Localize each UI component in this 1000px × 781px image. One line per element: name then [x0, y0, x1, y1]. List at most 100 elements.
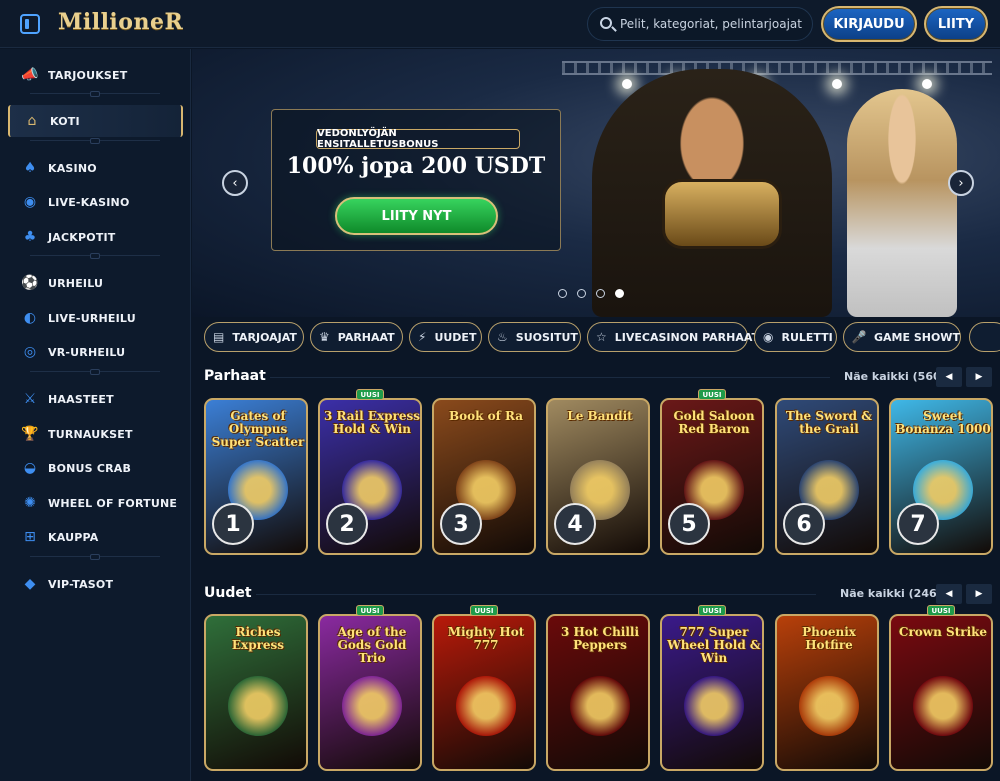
game-thumbnail[interactable]: Gold Saloon Red Baron 5: [660, 398, 764, 555]
see-all-top-link[interactable]: Näe kaikki (560): [844, 370, 946, 383]
sidebar-item-live-kasino[interactable]: ◉ LIVE-KASINO: [8, 186, 183, 218]
game-card[interactable]: UUSI 777 Super Wheel Hold & Win: [660, 605, 764, 772]
rank-badge: 2: [326, 503, 368, 545]
rank-badge: 4: [554, 503, 596, 545]
carousel-dot-active[interactable]: [615, 289, 624, 298]
sidebar-item-label: LIVE-URHEILU: [48, 311, 136, 325]
game-card[interactable]: UUSI Age of the Gods Gold Trio: [318, 605, 422, 772]
game-thumbnail[interactable]: Mighty Hot 777: [432, 614, 536, 771]
sidebar-item-jackpotit[interactable]: ♣ JACKPOTIT: [8, 221, 183, 253]
sidebar-item-turnaukset[interactable]: 🏆 TURNAUKSET: [8, 418, 183, 450]
join-now-button[interactable]: LIITY NYT: [335, 197, 498, 235]
sidebar-item-haasteet[interactable]: ⚔ HAASTEET: [8, 383, 183, 415]
game-card[interactable]: The Sword & the Grail 6: [775, 394, 879, 556]
sidebar-item-kauppa[interactable]: ⊞ KAUPPA: [8, 521, 183, 553]
game-thumbnail[interactable]: Age of the Gods Gold Trio: [318, 614, 422, 771]
search-box[interactable]: [587, 7, 813, 41]
sidebar-item-urheilu[interactable]: ⚽ URHEILU: [8, 267, 183, 299]
game-title: Gold Saloon Red Baron: [673, 409, 755, 437]
category-chip-suositut[interactable]: ♨ SUOSITUT: [488, 322, 581, 352]
category-chip-label: GAME SHOWT: [874, 330, 960, 344]
top-header: MillioneR KIRJAUDU LIITY: [0, 0, 1000, 48]
game-thumbnail[interactable]: Book of Ra 3: [432, 398, 536, 555]
game-card[interactable]: Le Bandit 4: [546, 394, 650, 556]
sidebar-item-bonus-crab[interactable]: ◒ BONUS CRAB: [8, 452, 183, 484]
crown-icon: ♛: [319, 330, 330, 344]
sidebar-item-live-urheilu[interactable]: ◐ LIVE-URHEILU: [8, 302, 183, 334]
game-thumbnail[interactable]: Crown Strike: [889, 614, 993, 771]
promo-banner[interactable]: VEDONLYÖJÄN ENSITALLETUSBONUS 100% jopa …: [192, 49, 1000, 317]
game-thumbnail[interactable]: Phoenix Hotfire: [775, 614, 879, 771]
category-chip-label: LIVECASINON PARHAAT: [614, 330, 760, 344]
crossed-swords-icon: ⚔: [23, 391, 37, 407]
sidebar-item-wheel-of-fortune[interactable]: ✺ WHEEL OF FORTUNE: [8, 487, 183, 519]
chevron-left-icon[interactable]: ‹: [222, 170, 248, 196]
sidebar-divider: [30, 253, 160, 259]
carousel-dot[interactable]: [558, 289, 567, 298]
game-title: Sweet Bonanza 1000: [895, 409, 991, 437]
category-chip-ruletti[interactable]: ◉ RULETTI: [754, 322, 837, 352]
sidebar-item-vr-urheilu[interactable]: ◎ VR-URHEILU: [8, 336, 183, 368]
chevron-right-icon[interactable]: ▶: [966, 584, 992, 604]
lightning-icon: ⚡: [418, 330, 427, 344]
spotlight: [622, 79, 632, 89]
game-thumbnail[interactable]: 3 Hot Chilli Peppers: [546, 614, 650, 771]
sidebar-item-vip-tasot[interactable]: ◆ VIP-TASOT: [8, 568, 183, 600]
site-logo[interactable]: MillioneR: [58, 9, 183, 35]
category-chip-game-showt[interactable]: 🎤 GAME SHOWT: [843, 322, 961, 352]
sidebar-item-label: URHEILU: [48, 276, 104, 290]
game-card[interactable]: Phoenix Hotfire: [775, 610, 879, 772]
category-chip-livecasinon-parhaat[interactable]: ☆ LIVECASINON PARHAAT: [587, 322, 759, 352]
see-all-new-link[interactable]: Näe kaikki (2467): [840, 587, 949, 600]
sidebar-toggle-icon[interactable]: [20, 14, 40, 34]
game-title: The Sword & the Grail: [785, 409, 873, 437]
chip-icon: ◉: [23, 194, 37, 210]
game-thumbnail[interactable]: Le Bandit 4: [546, 398, 650, 555]
game-card[interactable]: Gates of Olympus Super Scatter 1: [204, 394, 308, 556]
category-chip-parhaat[interactable]: ♛ PARHAAT: [310, 322, 403, 352]
game-artwork: [799, 676, 859, 736]
sidebar: 📣 TARJOUKSET ⌂ KOTI ♠ KASINO ◉ LIVE-KASINO ♣ JACK…: [0, 49, 191, 781]
chevron-left-icon[interactable]: ◀: [936, 367, 962, 387]
category-chip-tarjoajat[interactable]: ▤ TARJOAJAT: [204, 322, 304, 352]
game-thumbnail[interactable]: Sweet Bonanza 1000 7: [889, 398, 993, 555]
stage-truss: [562, 61, 992, 75]
category-chip-uudet[interactable]: ⚡ UUDET: [409, 322, 482, 352]
join-button[interactable]: LIITY: [924, 6, 988, 42]
game-card[interactable]: Sweet Bonanza 1000 7: [889, 394, 993, 556]
sidebar-item-label: WHEEL OF FORTUNE: [48, 496, 178, 510]
game-artwork: [684, 676, 744, 736]
category-chip-more[interactable]: [969, 322, 1000, 352]
sidebar-item-tarjoukset[interactable]: 📣 TARJOUKSET: [8, 59, 183, 91]
search-input[interactable]: [620, 8, 806, 40]
carousel-dot[interactable]: [596, 289, 605, 298]
sidebar-item-koti[interactable]: ⌂ KOTI: [8, 105, 183, 137]
carousel-dot[interactable]: [577, 289, 586, 298]
chevron-right-icon[interactable]: ▶: [966, 367, 992, 387]
chevron-left-icon[interactable]: ◀: [936, 584, 962, 604]
game-card[interactable]: UUSI 3 Rail Express Hold & Win 2: [318, 389, 422, 556]
game-card[interactable]: 3 Hot Chilli Peppers: [546, 610, 650, 772]
game-card[interactable]: UUSI Mighty Hot 777: [432, 605, 536, 772]
game-card[interactable]: Riches Express: [204, 610, 308, 772]
carousel-dots: [558, 289, 624, 298]
game-thumbnail[interactable]: Riches Express: [204, 614, 308, 771]
game-thumbnail[interactable]: 777 Super Wheel Hold & Win: [660, 614, 764, 771]
new-badge: UUSI: [698, 389, 726, 400]
game-title: Book of Ra: [448, 409, 523, 423]
login-button[interactable]: KIRJAUDU: [821, 6, 917, 42]
new-badge: UUSI: [698, 605, 726, 616]
game-thumbnail[interactable]: Gates of Olympus Super Scatter 1: [204, 398, 308, 555]
game-title: 3 Hot Chilli Peppers: [560, 625, 640, 653]
game-card[interactable]: Book of Ra 3: [432, 394, 536, 556]
chevron-right-icon[interactable]: ›: [948, 170, 974, 196]
category-chip-label: RULETTI: [781, 330, 833, 344]
vr-sports-icon: ◎: [23, 344, 37, 360]
sidebar-item-label: HAASTEET: [48, 392, 114, 406]
rank-badge: 7: [897, 503, 939, 545]
game-thumbnail[interactable]: The Sword & the Grail 6: [775, 398, 879, 555]
game-thumbnail[interactable]: 3 Rail Express Hold & Win 2: [318, 398, 422, 555]
game-card[interactable]: UUSI Gold Saloon Red Baron 5: [660, 389, 764, 556]
sidebar-item-kasino[interactable]: ♠ KASINO: [8, 152, 183, 184]
game-card[interactable]: UUSI Crown Strike: [889, 605, 993, 772]
